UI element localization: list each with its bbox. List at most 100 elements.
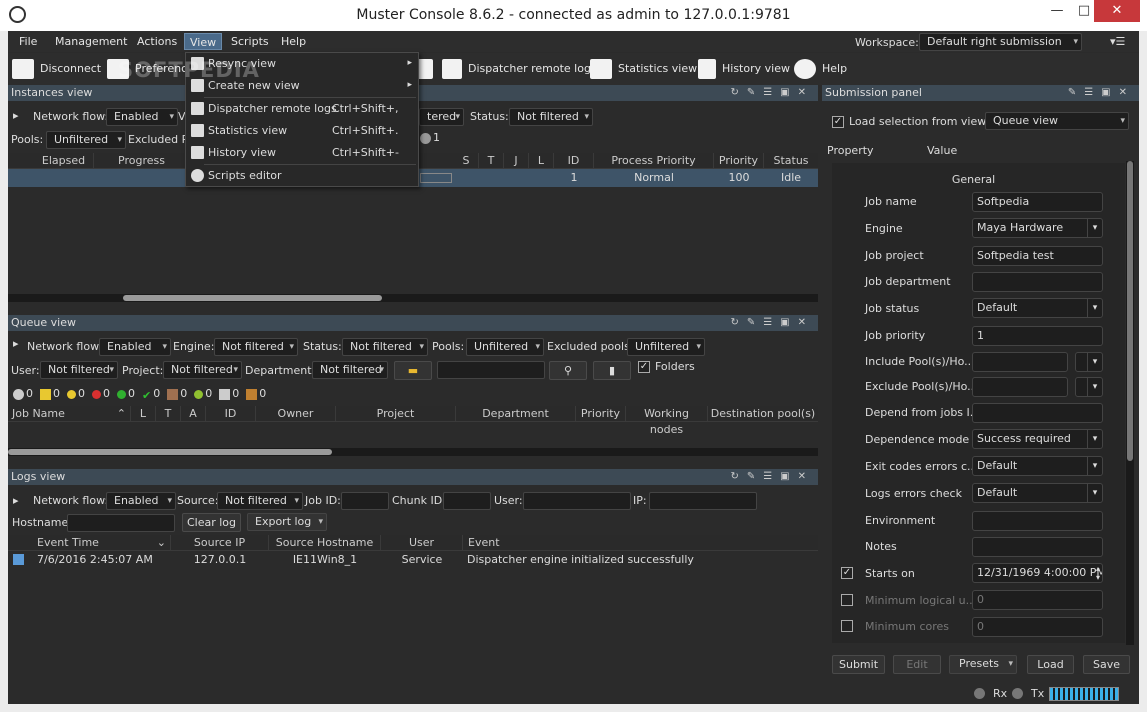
col-progress[interactable]: Progress xyxy=(94,153,190,169)
col-elapsed[interactable]: Elapsed xyxy=(34,153,94,169)
col-department[interactable]: Department xyxy=(456,406,576,422)
disconnect-button[interactable]: Disconnect xyxy=(12,58,101,80)
panel-controls-icon[interactable]: ↻✎☰▣✕ xyxy=(730,85,814,101)
depend-jobs-input[interactable] xyxy=(972,403,1103,423)
network-flow-select[interactable]: Enabled xyxy=(106,492,176,510)
dependence-mode-select[interactable]: Success required xyxy=(972,429,1103,449)
job-id-input[interactable] xyxy=(341,492,389,510)
statistics-button[interactable]: Statistics view xyxy=(590,58,697,80)
col-event-time[interactable]: Event Time ⌄ xyxy=(31,535,171,551)
presets-button[interactable]: Presets xyxy=(949,655,1017,674)
menu-help[interactable]: Help xyxy=(276,33,311,50)
edit-button[interactable]: Edit xyxy=(893,655,941,674)
minimum-cores-checkbox[interactable] xyxy=(841,620,853,632)
job-status-select[interactable]: Default xyxy=(972,298,1103,318)
network-flow-select[interactable]: Enabled xyxy=(106,108,178,126)
search-button[interactable]: ⚲ xyxy=(549,361,587,380)
col-source-ip[interactable]: Source IP xyxy=(171,535,269,551)
engine-select[interactable]: Maya Hardware xyxy=(972,218,1103,238)
user-input[interactable] xyxy=(523,492,631,510)
status-select[interactable]: Not filtered xyxy=(342,338,428,356)
col-t[interactable]: T xyxy=(479,153,504,169)
col-source-hostname[interactable]: Source Hostname xyxy=(269,535,381,551)
save-button[interactable]: Save xyxy=(1083,655,1130,674)
col-process-priority[interactable]: Process Priority xyxy=(594,153,714,169)
menu-item-scripts-editor[interactable]: Scripts editor xyxy=(186,165,418,186)
load-button[interactable]: Load xyxy=(1027,655,1074,674)
menu-actions[interactable]: Actions xyxy=(132,33,182,50)
col-a[interactable]: A xyxy=(181,406,206,422)
expand-arrow-icon[interactable]: ▸ xyxy=(13,494,19,507)
project-select[interactable]: Not filtered xyxy=(163,361,242,379)
col-owner[interactable]: Owner xyxy=(256,406,336,422)
col-l[interactable]: L xyxy=(131,406,156,422)
pools-select[interactable]: Unfiltered xyxy=(46,131,126,149)
col-id[interactable]: ID xyxy=(554,153,594,169)
excluded-pools-select[interactable]: Unfiltered xyxy=(627,338,705,356)
table-row[interactable]: 7/6/2016 2:45:07 AM 127.0.0.1 IE11Win8_1… xyxy=(8,551,818,569)
col-l[interactable]: L xyxy=(529,153,554,169)
menu-file[interactable]: File xyxy=(14,33,42,50)
exclude-pools-select[interactable] xyxy=(1075,377,1103,397)
user-select[interactable]: Not filtered xyxy=(40,361,118,379)
scrollbar-thumb[interactable] xyxy=(8,449,332,455)
job-name-input[interactable]: Softpedia xyxy=(972,192,1103,212)
expand-arrow-icon[interactable]: ▸ xyxy=(13,337,19,350)
col-event[interactable]: Event xyxy=(463,535,818,551)
menu-overflow-icon[interactable]: ▾☰ xyxy=(1110,35,1125,48)
menu-item-dispatcher-remote-logs[interactable]: Dispatcher remote logs Ctrl+Shift+, xyxy=(186,98,418,119)
scrollbar-thumb[interactable] xyxy=(123,295,382,301)
hostname-input[interactable] xyxy=(67,514,175,532)
workspace-select[interactable]: Default right submission xyxy=(919,33,1082,51)
include-pools-input[interactable] xyxy=(972,352,1068,372)
menu-management[interactable]: Management xyxy=(50,33,132,50)
property-grid-scrollbar[interactable] xyxy=(1126,161,1134,645)
col-j[interactable]: J xyxy=(504,153,529,169)
load-selection-select[interactable]: Queue view xyxy=(985,112,1129,130)
starts-on-checkbox[interactable]: ✓ xyxy=(841,567,853,579)
instances-scrollbar[interactable] xyxy=(8,294,818,302)
starts-on-input[interactable]: 12/31/1969 4:00:00 PM ▴ ▾ xyxy=(972,563,1103,583)
col-user[interactable]: User xyxy=(381,535,463,551)
panel-controls-icon[interactable]: ↻✎☰▣✕ xyxy=(730,469,814,485)
col-t[interactable]: T xyxy=(156,406,181,422)
help-button[interactable]: Help xyxy=(794,58,847,80)
minimum-logical-checkbox[interactable] xyxy=(841,594,853,606)
submit-button[interactable]: Submit xyxy=(832,655,885,674)
col-destination-pools[interactable]: Destination pool(s) xyxy=(708,406,818,422)
environment-input[interactable] xyxy=(972,511,1103,531)
clear-log-button[interactable]: Clear log xyxy=(182,513,241,532)
menu-view[interactable]: View xyxy=(184,33,223,50)
include-pools-select[interactable] xyxy=(1075,352,1103,372)
panel-controls-icon[interactable]: ↻✎☰▣✕ xyxy=(730,315,814,331)
folders-checkbox[interactable]: ✓ xyxy=(638,361,650,373)
status-select[interactable]: Not filtered xyxy=(509,108,593,126)
col-working-nodes[interactable]: Working nodes xyxy=(626,406,708,436)
delete-button[interactable]: ▮ xyxy=(593,361,631,380)
col-project[interactable]: Project xyxy=(336,406,456,422)
source-select[interactable]: Not filtered xyxy=(217,492,303,510)
menu-item-history-view[interactable]: History view Ctrl+Shift+- xyxy=(186,142,418,163)
close-button[interactable]: ✕ xyxy=(1094,0,1140,22)
pools-select[interactable]: Unfiltered xyxy=(466,338,544,356)
job-priority-input[interactable]: 1 xyxy=(972,326,1103,346)
queue-scrollbar[interactable] xyxy=(8,448,818,456)
ip-input[interactable] xyxy=(649,492,757,510)
job-project-input[interactable]: Softpedia test xyxy=(972,246,1103,266)
dispatcher-logs-button[interactable]: Dispatcher remote logs xyxy=(442,58,597,80)
export-log-button[interactable]: Export log xyxy=(247,513,327,531)
menu-item-statistics-view[interactable]: Statistics view Ctrl+Shift+. xyxy=(186,120,418,141)
col-s[interactable]: S xyxy=(454,153,479,169)
exit-codes-select[interactable]: Default xyxy=(972,456,1103,476)
spinner-icon[interactable]: ▴ ▾ xyxy=(1096,564,1100,582)
minimum-cores-input[interactable]: 0 xyxy=(972,617,1103,637)
col-priority[interactable]: Priority xyxy=(576,406,626,422)
notes-input[interactable] xyxy=(972,537,1103,557)
history-button[interactable]: History view xyxy=(698,58,790,80)
col-priority[interactable]: Priority xyxy=(714,153,764,169)
search-input[interactable] xyxy=(437,361,545,379)
folder-button[interactable]: ▬ xyxy=(394,361,432,380)
panel-controls-icon[interactable]: ✎☰▣✕ xyxy=(1068,85,1135,101)
network-flow-select[interactable]: Enabled xyxy=(99,338,171,356)
col-status[interactable]: Status xyxy=(764,153,818,169)
